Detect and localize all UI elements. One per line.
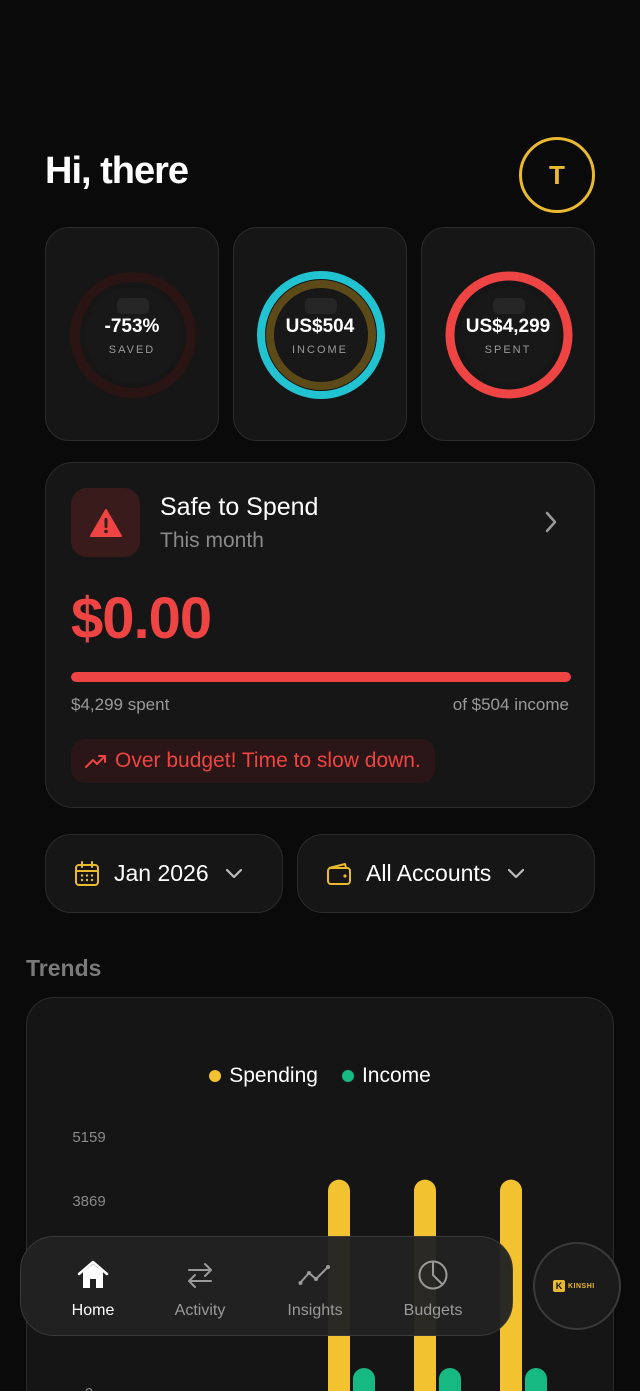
tab-budgets-label: Budgets [403,1302,463,1319]
home-icon [77,1260,109,1288]
tab-home[interactable]: Home [38,1259,148,1320]
spent-label: SPENT [484,344,532,356]
income-value: US$504 [285,316,355,337]
spent-value: US$4,299 [465,316,551,337]
kinshi-assistant-button[interactable]: K KINSHI [533,1242,621,1330]
warning-icon-box [71,488,140,557]
safe-amount: $0.00 [71,586,212,651]
wallet-icon [327,862,351,885]
warning-triangle-icon [89,508,122,537]
tab-insights-label: Insights [287,1302,343,1319]
tab-activity[interactable]: Activity [145,1259,255,1320]
y-tick-label: 3869 [72,1193,105,1210]
y-tick-label: 0 [85,1385,93,1391]
spent-text: $4,299 spent [71,695,170,714]
income-label: INCOME [292,344,348,356]
safe-to-spend-card[interactable]: Safe to Spend This month $0.00 $4,299 sp… [45,462,595,808]
chevron-down-icon [225,868,242,878]
trends-title: Trends [26,955,102,981]
chevron-down-icon [508,868,525,878]
spent-ring-card[interactable]: US$4,299 SPENT [421,227,595,441]
arrows-swap-icon [188,1263,212,1288]
safe-title: Safe to Spend [160,493,319,521]
tab-activity-label: Activity [174,1302,226,1319]
saved-value: -753% [104,316,160,337]
tab-budgets[interactable]: Budgets [378,1259,488,1320]
trending-up-icon [85,755,106,768]
period-filter[interactable]: Jan 2026 [45,834,283,913]
kinshi-logo-mark: K [553,1280,565,1292]
avatar[interactable]: T [519,137,595,213]
accounts-label: All Accounts [366,860,492,886]
kinshi-logo-text: KINSHI [568,1282,595,1290]
income-text: of $504 income [452,695,569,714]
safe-subtitle: This month [160,529,264,552]
bottom-tab-bar: Home Activity Insights Budgets [20,1236,513,1336]
budget-progress-bar [71,672,571,682]
period-label: Jan 2026 [114,860,209,886]
line-chart-icon [298,1265,330,1285]
income-bar [439,1368,461,1391]
tab-insights[interactable]: Insights [260,1259,370,1320]
income-bar [353,1368,375,1391]
saved-ring-card[interactable]: -753% SAVED [45,227,219,441]
accounts-filter[interactable]: All Accounts [297,834,595,913]
calendar-icon [75,860,99,886]
income-bar [525,1368,547,1391]
saved-label: SAVED [108,344,156,356]
income-ring-card[interactable]: US$504 INCOME [233,227,407,441]
avatar-initial: T [549,159,565,190]
chevron-right-icon[interactable] [544,510,558,534]
pie-chart-icon [418,1260,448,1290]
over-budget-text: Over budget! Time to slow down. [115,749,421,772]
y-tick-label: 5159 [72,1129,105,1146]
budget-progress-fill [71,672,571,682]
kinshi-logo: K KINSHI [553,1276,601,1296]
over-budget-badge: Over budget! Time to slow down. [71,739,435,783]
greeting-title: Hi, there [45,150,189,192]
tab-home-label: Home [71,1302,115,1319]
